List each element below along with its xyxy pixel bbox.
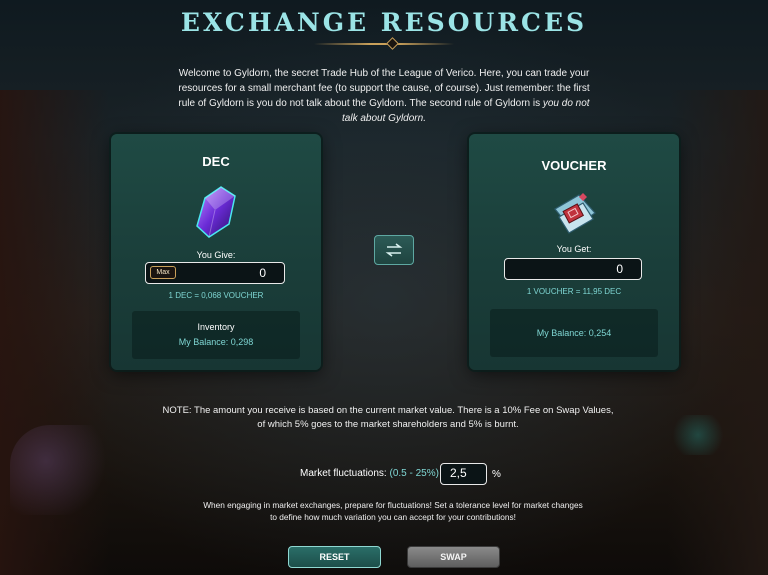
give-card-title: DEC [202, 154, 230, 169]
give-amount-value: 0 [259, 266, 266, 280]
fluctuation-hint: When engaging in market exchanges, prepa… [203, 500, 583, 522]
inventory-panel: Inventory My Balance: 0,298 [132, 311, 300, 359]
background-pottery [10, 425, 130, 515]
reset-button[interactable]: RESET [288, 546, 381, 568]
get-card-title: VOUCHER [541, 158, 607, 173]
background-left-stall [0, 90, 110, 575]
background-right-stall [668, 90, 768, 575]
fluctuation-unit: % [492, 469, 501, 480]
get-label: You Get: [556, 244, 592, 254]
intro-body: Welcome to Gyldorn, the secret Trade Hub… [178, 68, 590, 109]
title-ornament-gem [386, 37, 399, 50]
fluctuation-input[interactable]: 2,5 [440, 463, 487, 485]
dec-crystal-icon [196, 186, 236, 238]
fluctuation-label-text: Market fluctuations: [300, 468, 390, 479]
fee-note: NOTE: The amount you receive is based on… [162, 405, 614, 430]
title-ornament-line [314, 43, 454, 45]
max-button[interactable]: Max [150, 266, 176, 279]
get-rate: 1 VOUCHER = 11,95 DEC [526, 287, 622, 296]
get-balance: My Balance: 0,254 [536, 328, 612, 338]
voucher-ticket-icon [554, 193, 596, 234]
get-card: VOUCHER You Get: 0 1 VOUCHER = 11,95 DEC… [469, 134, 679, 370]
get-amount-field: 0 [504, 258, 642, 280]
fluctuation-range: (0.5 - 25%) [389, 468, 439, 479]
background-lamp [668, 415, 728, 455]
intro-text: Welcome to Gyldorn, the secret Trade Hub… [174, 66, 594, 126]
give-card: DEC You Give: Max 0 1 DEC = 0,068 VOUCHE… [111, 134, 321, 370]
swap-arrows-icon [385, 243, 403, 257]
fluctuation-label: Market fluctuations: (0.5 - 25%) [300, 468, 439, 479]
swap-direction-button[interactable] [374, 235, 414, 265]
give-amount-input[interactable]: Max 0 [145, 262, 285, 284]
page-title: EXCHANGE RESOURCES [180, 8, 588, 37]
get-balance-panel: My Balance: 0,254 [490, 309, 658, 357]
give-rate: 1 DEC = 0,068 VOUCHER [168, 291, 264, 300]
give-label: You Give: [196, 250, 236, 260]
get-amount-value: 0 [616, 262, 623, 276]
inventory-label: Inventory [197, 322, 235, 332]
give-balance: My Balance: 0,298 [178, 337, 254, 347]
swap-button[interactable]: SWAP [407, 546, 500, 568]
